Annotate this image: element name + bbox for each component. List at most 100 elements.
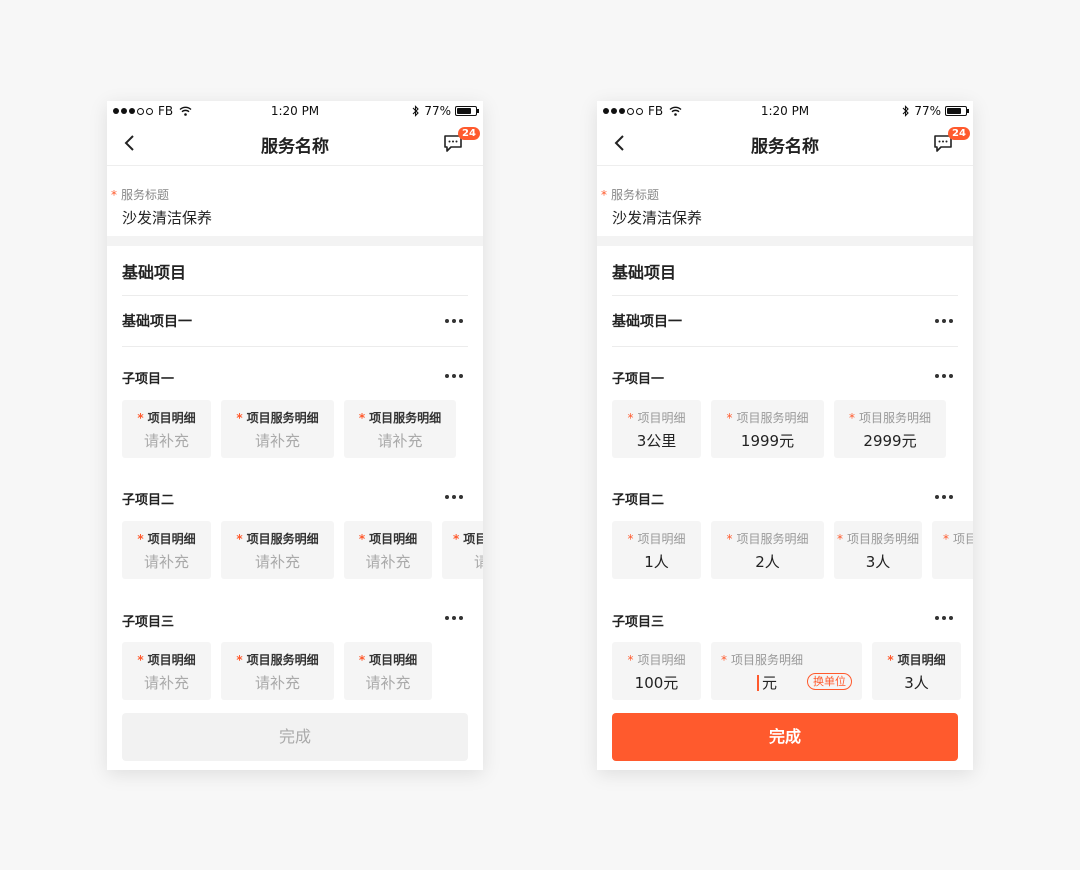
more-icon[interactable]	[935, 318, 953, 324]
chip-label-text: 项目服务明细	[246, 653, 319, 667]
page-title: 服务名称	[751, 137, 819, 157]
service-title-value: 沙发清洁保养	[612, 209, 703, 227]
group-title: 基础项目一	[122, 314, 192, 330]
chip-label: * 项目服务明细	[834, 409, 946, 426]
chip-value: 2人	[755, 553, 780, 571]
section-title: 基础项目	[612, 263, 677, 282]
chip-label: * 项目明细	[122, 651, 211, 668]
subgroup-title: 子项目一	[122, 372, 175, 387]
chip-value: 2999元	[863, 432, 917, 450]
detail-chip[interactable]: * 项目明细 1人	[612, 521, 701, 579]
chip-label: * 项目明细	[122, 409, 211, 426]
service-title-label: * 服务标题	[601, 186, 659, 203]
divider	[122, 346, 468, 347]
detail-chip[interactable]: * 项目明细 请补充	[122, 521, 211, 579]
required-mark: *	[836, 532, 843, 546]
detail-chip[interactable]: * 项目 请	[442, 521, 483, 579]
status-right: 77%	[902, 104, 969, 118]
detail-chip[interactable]: * 项目服务明细 请补充	[221, 642, 334, 700]
chip-label: * 项目服务明细	[221, 409, 334, 426]
chip-label-text: 项目明细	[637, 653, 686, 667]
more-icon[interactable]	[445, 615, 463, 621]
message-badge: 24	[948, 127, 970, 140]
change-unit-button[interactable]: 换单位	[807, 673, 852, 690]
detail-chip-editing[interactable]: * 项目服务明细 元 换单位	[711, 642, 862, 700]
page-title: 服务名称	[261, 137, 329, 157]
subgroup-title: 子项目二	[122, 493, 175, 508]
more-icon[interactable]	[445, 494, 463, 500]
phone-screen-left: FB 1:20 PM 77% 服务名称 24 * 服务标题 沙发清洁保养 基础项目…	[107, 101, 483, 770]
chip-label-text: 项目	[463, 532, 483, 546]
service-title-field[interactable]: * 服务标题 沙发清洁保养	[597, 166, 973, 236]
service-title-label-text: 服务标题	[611, 188, 660, 202]
detail-chip[interactable]: * 项目	[932, 521, 973, 579]
chip-label: * 项目明细	[344, 651, 432, 668]
required-mark: *	[358, 653, 366, 667]
chip-value: 3人	[865, 553, 891, 571]
chip-label-text: 项目	[953, 532, 973, 546]
service-title-field[interactable]: * 服务标题 沙发清洁保养	[107, 166, 483, 236]
required-mark: *	[236, 653, 243, 667]
chip-value: 1人	[644, 553, 669, 571]
chip-label: * 项目明细	[872, 651, 961, 668]
detail-chip[interactable]: * 项目明细 请补充	[122, 400, 211, 458]
required-mark: *	[848, 411, 855, 425]
detail-chip[interactable]: * 项目明细 100元	[612, 642, 701, 700]
chip-label-text: 项目明细	[637, 411, 686, 425]
more-icon[interactable]	[445, 318, 463, 324]
detail-chip[interactable]: * 项目明细 请补充	[344, 642, 432, 700]
chip-label-text: 项目明细	[147, 532, 196, 546]
chip-label: * 项目服务明细	[711, 409, 824, 426]
chip-label-text: 项目服务明细	[369, 411, 442, 425]
chip-value: 请补充	[365, 553, 411, 571]
service-title-label: * 服务标题	[111, 186, 169, 203]
bluetooth-icon	[902, 105, 910, 117]
chip-label: * 项目服务明细	[221, 651, 334, 668]
chip-label: * 项目明细	[612, 530, 701, 547]
battery-percent: 77%	[914, 104, 941, 118]
section-title: 基础项目	[122, 263, 187, 282]
chip-value: 100元	[634, 674, 679, 692]
detail-chip[interactable]: * 项目服务明细 请补充	[221, 400, 334, 458]
chip-label-text: 项目明细	[369, 532, 418, 546]
chip-value: 请补充	[377, 432, 423, 450]
battery-level	[947, 108, 961, 114]
detail-chip[interactable]: * 项目明细 请补充	[344, 521, 432, 579]
chip-value: 请补充	[143, 553, 189, 571]
done-button[interactable]: 完成	[122, 713, 468, 761]
chip-label: * 项目明细	[612, 651, 701, 668]
more-icon[interactable]	[935, 373, 953, 379]
required-mark: *	[721, 653, 727, 667]
more-icon[interactable]	[445, 373, 463, 379]
detail-chip[interactable]: * 项目服务明细 请补充	[344, 400, 456, 458]
required-mark: *	[137, 411, 144, 425]
required-mark: *	[726, 532, 733, 546]
required-mark: *	[627, 532, 634, 546]
status-bar: FB 1:20 PM 77%	[107, 101, 483, 121]
service-title-value: 沙发清洁保养	[122, 209, 213, 227]
chip-label-text: 项目服务明细	[731, 653, 804, 667]
detail-chip[interactable]: * 项目服务明细 2人	[711, 521, 824, 579]
detail-chip[interactable]: * 项目服务明细 1999元	[711, 400, 824, 458]
text-cursor	[757, 675, 759, 691]
battery-percent: 77%	[424, 104, 451, 118]
detail-chip[interactable]: * 项目服务明细 2999元	[834, 400, 946, 458]
more-icon[interactable]	[935, 615, 953, 621]
more-icon[interactable]	[935, 494, 953, 500]
chip-label-text: 项目服务明细	[246, 532, 319, 546]
detail-chip[interactable]: * 项目服务明细 3人	[834, 521, 922, 579]
required-mark: *	[627, 411, 634, 425]
chip-label: * 项目服务明细	[834, 530, 922, 547]
done-button[interactable]: 完成	[612, 713, 958, 761]
detail-chip[interactable]: * 项目服务明细 请补充	[221, 521, 334, 579]
detail-chip[interactable]: * 项目明细 3人	[872, 642, 961, 700]
chip-label: * 项目明细	[122, 530, 211, 547]
detail-chip[interactable]: * 项目明细 请补充	[122, 642, 211, 700]
nav-bar: 服务名称 24	[107, 121, 483, 166]
detail-chip[interactable]: * 项目明细 3公里	[612, 400, 701, 458]
chip-label-text: 项目明细	[147, 411, 196, 425]
chip-value: 请补充	[365, 674, 411, 692]
required-mark: *	[601, 188, 607, 202]
divider	[612, 346, 958, 347]
battery-icon	[455, 106, 479, 116]
